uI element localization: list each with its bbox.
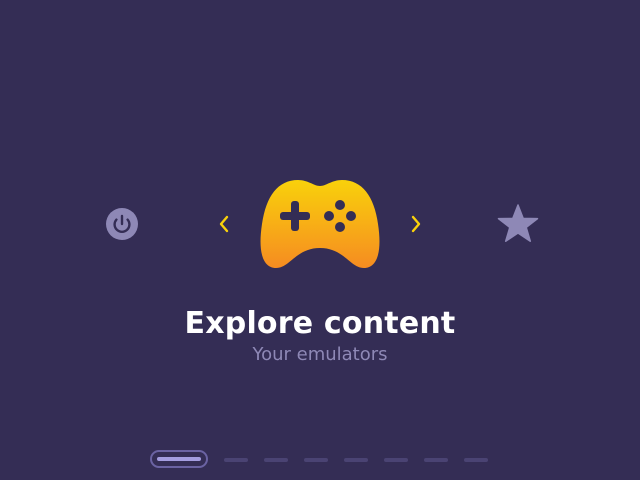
page-indicator <box>150 450 510 470</box>
page-indicator-dot[interactable] <box>464 458 488 462</box>
page-indicator-active[interactable] <box>150 450 208 468</box>
power-icon[interactable] <box>104 206 140 242</box>
section-subtitle: Your emulators <box>252 344 388 365</box>
gamepad-icon[interactable] <box>258 178 382 272</box>
chevron-right-icon <box>411 215 421 233</box>
previous-arrow-button[interactable] <box>215 212 233 236</box>
page-indicator-dot[interactable] <box>224 458 248 462</box>
app-carousel: Explore content Your emulators <box>0 0 640 480</box>
page-indicator-dot[interactable] <box>264 458 288 462</box>
page-indicator-dot[interactable] <box>384 458 408 462</box>
page-indicator-dot[interactable] <box>304 458 328 462</box>
page-indicator-active-fill <box>157 457 201 461</box>
star-icon[interactable] <box>496 202 540 246</box>
page-indicator-dot[interactable] <box>344 458 368 462</box>
chevron-left-icon <box>219 215 229 233</box>
section-title: Explore content <box>184 306 456 341</box>
page-indicator-dot[interactable] <box>424 458 448 462</box>
next-arrow-button[interactable] <box>407 212 425 236</box>
